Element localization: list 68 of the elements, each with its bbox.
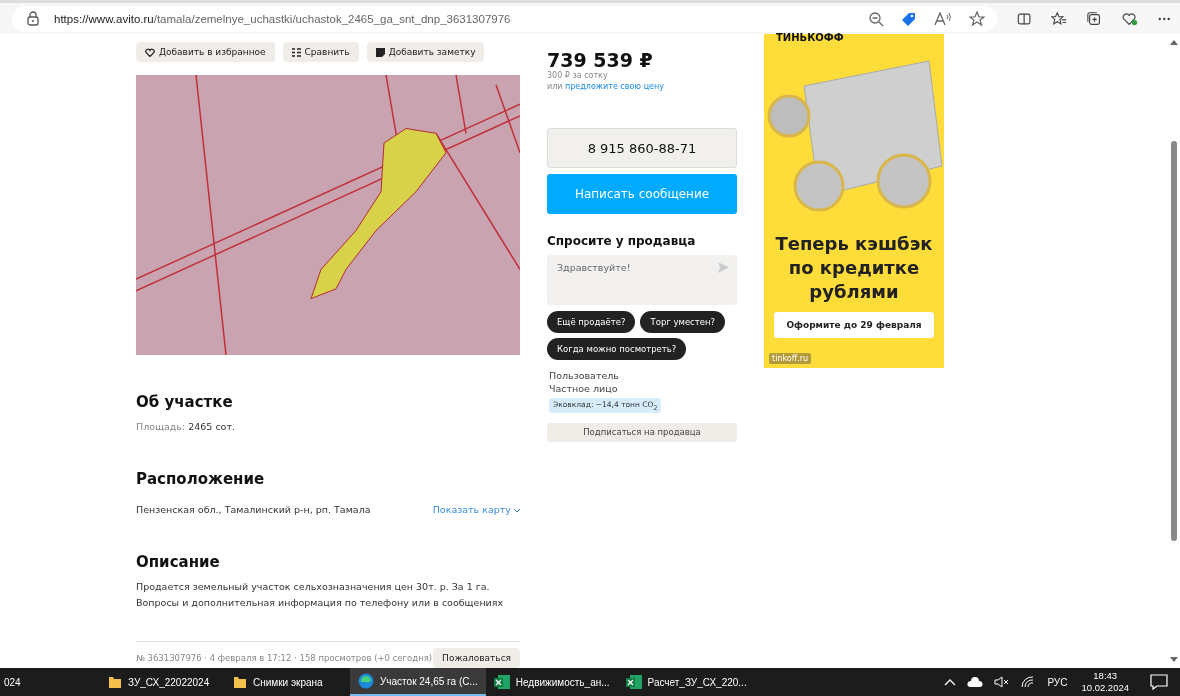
report-button[interactable]: Пожаловаться <box>433 648 520 668</box>
section-heading: Описание <box>136 553 221 571</box>
seller-type: Частное лицо <box>549 383 618 394</box>
more-menu-icon[interactable] <box>1157 16 1171 21</box>
collections-icon[interactable] <box>1087 10 1102 27</box>
ad-cta-button[interactable]: Оформите до 29 февраля <box>774 312 934 338</box>
quick-question-chip[interactable]: Торг уместен? <box>640 311 726 333</box>
ask-seller-heading: Спросите у продавца <box>547 234 696 248</box>
scroll-down-icon[interactable] <box>1169 657 1178 662</box>
browser-icon <box>358 673 374 689</box>
scroll-thumb[interactable] <box>1170 141 1177 541</box>
listing-meta: № 3631307976 · 4 февраля в 17:12 · 158 просмотров (+0 сегодня) <box>136 653 433 663</box>
unit-price: 300 ₽ за сотку <box>547 71 608 80</box>
seller-name: Пользователь <box>549 370 619 381</box>
chevron-up-icon[interactable] <box>944 678 957 686</box>
section-heading: Расположение <box>136 470 266 488</box>
quick-question-chip[interactable]: Когда можно посмотреть? <box>547 338 687 360</box>
ad-brand: ТИНЬКОФФ <box>776 34 844 42</box>
wifi-icon[interactable] <box>1021 676 1036 688</box>
split-screen-icon[interactable] <box>1017 10 1032 27</box>
action-button[interactable]: Добавить заметку <box>366 42 485 62</box>
message-field[interactable]: Здравствуйте! <box>547 255 737 305</box>
section-heading: Об участке <box>136 393 234 411</box>
taskbar-item[interactable]: Недвижимость_ан... <box>485 668 618 696</box>
show-map-link[interactable]: Показать карту <box>432 504 520 515</box>
folder-icon <box>108 675 122 689</box>
speaker-muted-icon[interactable] <box>994 676 1011 688</box>
ad-banner[interactable]: ТИНЬКОФФ Теперь кэшбэк по кредитке рублями Оформите до 29 февраля tinkoff.ru <box>764 34 944 368</box>
health-icon[interactable] <box>1121 10 1138 27</box>
taskbar-item[interactable]: ЗУ_СХ_22022024 <box>100 668 225 696</box>
address-text: Пензенская обл., Тамалинский р-н, рп. Тамала <box>136 504 371 515</box>
clock-time: 18:43 <box>1093 670 1118 682</box>
phone-button[interactable]: 8 915 860-88-71 <box>547 128 737 168</box>
action-button[interactable]: Добавить в избранное <box>136 42 275 62</box>
chevron-down-icon <box>514 509 520 513</box>
favorites-icon[interactable] <box>1051 10 1068 27</box>
quick-question-chip[interactable]: Ещё продаёте? <box>547 311 636 333</box>
zoom-out-icon[interactable] <box>868 10 884 27</box>
taskbar-item[interactable]: Расчет_ЗУ_СХ_220... <box>617 668 755 696</box>
note-icon <box>375 47 385 57</box>
taskbar-item[interactable]: Снимки экрана <box>225 668 350 696</box>
heart-icon <box>145 47 155 57</box>
read-aloud-icon[interactable] <box>934 10 952 27</box>
input-language[interactable]: РУС <box>1047 676 1068 688</box>
scroll-up-icon[interactable] <box>1169 40 1178 45</box>
description-text: Продается земельный участок сельхозназначения цен 30т. р. За 1 га. Вопросы и дополнительная информация по телефону или в сообщениях <box>136 580 505 610</box>
taskbar-item[interactable]: Участок 24,65 га (С... <box>350 668 486 696</box>
star-icon[interactable] <box>969 10 985 27</box>
ad-domain: tinkoff.ru <box>769 353 812 364</box>
cloud-icon[interactable] <box>967 677 984 687</box>
offer-prefix: или <box>547 82 563 91</box>
folder-icon <box>233 675 247 689</box>
subscribe-button[interactable]: Подписаться на продавца <box>547 422 737 442</box>
tag-icon[interactable] <box>901 10 917 27</box>
offer-price-link[interactable]: предложите свою цену <box>565 82 664 91</box>
spreadsheet-icon <box>493 674 510 690</box>
price: 739 539 ₽ <box>547 49 653 71</box>
url-text: https://www.avito.ru/tamala/zemelnye_uchastki/uchastok_2465_ga_snt_dnp_3631307976 <box>54 12 511 25</box>
taskbar-item[interactable]: 024 <box>0 668 100 696</box>
list-icon <box>291 47 301 57</box>
action-button[interactable]: Сравнить <box>282 42 359 62</box>
address-bar[interactable]: https://www.avito.ru/tamala/zemelnye_uchastki/uchastok_2465_ga_snt_dnp_3631307976 <box>12 5 997 32</box>
clock-date: 10.02.2024 <box>1081 682 1129 694</box>
ad-headline: Теперь кэшбэк по кредитке рублями <box>774 232 934 304</box>
area-text: Площадь: 2465 сот. <box>136 421 236 432</box>
notifications-icon[interactable] <box>1150 674 1168 690</box>
lock-icon <box>26 10 40 27</box>
spreadsheet-icon <box>625 674 642 690</box>
